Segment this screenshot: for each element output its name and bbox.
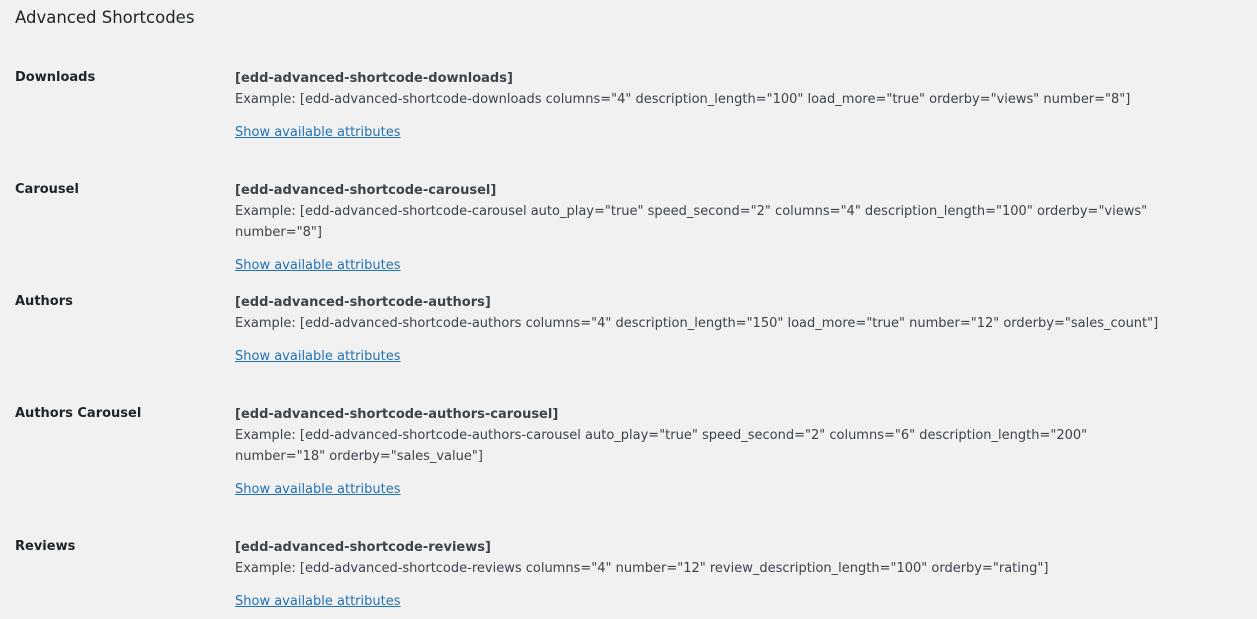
row-body: [edd-advanced-shortcode-downloads] Examp…	[235, 69, 1235, 143]
row-body: [edd-advanced-shortcode-carousel] Exampl…	[235, 181, 1235, 276]
shortcode-text: [edd-advanced-shortcode-carousel]	[235, 183, 497, 198]
shortcode-text: [edd-advanced-shortcode-downloads]	[235, 71, 513, 86]
shortcode-text: [edd-advanced-shortcode-reviews]	[235, 540, 491, 555]
show-attributes-link[interactable]: Show available attributes	[235, 479, 401, 500]
shortcode-example: Example: [edd-advanced-shortcode-downloa…	[235, 92, 1131, 107]
show-attributes-link[interactable]: Show available attributes	[235, 346, 401, 367]
shortcode-text: [edd-advanced-shortcode-authors-carousel…	[235, 407, 559, 422]
row-label: Authors	[15, 294, 73, 309]
advanced-shortcodes-page: Advanced Shortcodes Downloads [edd-advan…	[0, 0, 1257, 619]
row-body: [edd-advanced-shortcode-authors-carousel…	[235, 405, 1135, 500]
row-label: Carousel	[15, 182, 79, 197]
row-label: Downloads	[15, 70, 96, 85]
row-label: Authors Carousel	[15, 406, 142, 421]
row-body: [edd-advanced-shortcode-authors] Example…	[235, 293, 1235, 367]
shortcode-example: Example: [edd-advanced-shortcode-authors…	[235, 428, 1088, 464]
row-label: Reviews	[15, 539, 76, 554]
shortcode-example: Example: [edd-advanced-shortcode-reviews…	[235, 561, 1049, 576]
row-body: [edd-advanced-shortcode-reviews] Example…	[235, 538, 1235, 612]
shortcode-text: [edd-advanced-shortcode-authors]	[235, 295, 491, 310]
page-title: Advanced Shortcodes	[15, 8, 195, 27]
show-attributes-link[interactable]: Show available attributes	[235, 591, 401, 612]
shortcode-example: Example: [edd-advanced-shortcode-carouse…	[235, 204, 1148, 240]
show-attributes-link[interactable]: Show available attributes	[235, 122, 401, 143]
show-attributes-link[interactable]: Show available attributes	[235, 255, 401, 276]
shortcode-example: Example: [edd-advanced-shortcode-authors…	[235, 316, 1159, 331]
